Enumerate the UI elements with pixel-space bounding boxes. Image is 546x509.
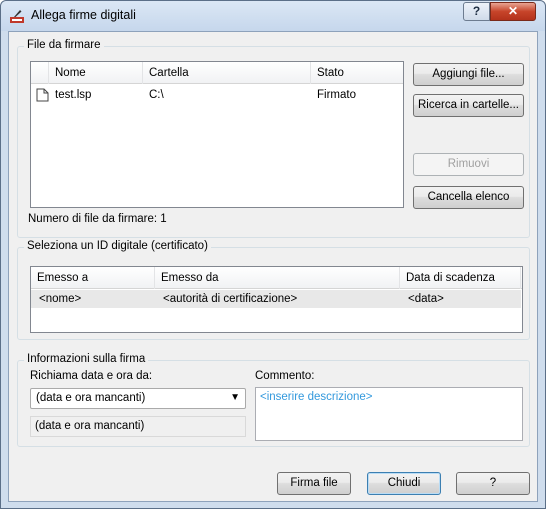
add-file-button[interactable]: Aggiungi file... — [413, 63, 524, 86]
signature-info-legend: Informazioni sulla firma — [24, 353, 149, 365]
titlebar-help-button[interactable]: ? — [463, 2, 490, 21]
cert-issued-to: <nome> — [39, 293, 82, 305]
window-title: Allega firme digitali — [31, 8, 136, 22]
comment-label: Commento: — [255, 370, 315, 382]
cert-issued-by: <autorità di certificazione> — [163, 293, 298, 305]
files-col-name[interactable]: Nome — [49, 62, 143, 84]
time-readonly-field: (data e ora mancanti) — [30, 416, 246, 437]
certificate-group-legend: Seleziona un ID digitale (certificato) — [24, 240, 211, 252]
signature-app-icon — [10, 10, 24, 23]
close-button[interactable]: Chiudi — [367, 472, 441, 495]
help-button[interactable]: ? — [456, 472, 530, 495]
help-label: ? — [489, 477, 497, 489]
files-row[interactable]: test.lsp C:\ Firmato — [31, 86, 403, 104]
sign-file-label: Firma file — [290, 477, 338, 489]
time-source-label: Richiama data e ora da: — [30, 370, 153, 382]
file-name: test.lsp — [55, 89, 92, 101]
files-list[interactable]: Nome Cartella Stato test.lsp C:\ Firmato — [30, 61, 404, 208]
sign-file-button[interactable]: Firma file — [277, 472, 351, 495]
time-source-value: (data e ora mancanti) — [36, 392, 146, 404]
add-file-label: Aggiungi file... — [432, 68, 505, 80]
dialog-body: File da firmare Nome Cartella Stato test… — [8, 31, 538, 502]
title-bar[interactable]: Allega firme digitali ? ✕ — [1, 1, 545, 31]
certificate-row[interactable]: <nome> <autorità di certificazione> <dat… — [31, 290, 521, 308]
remove-label: Rimuovi — [447, 158, 490, 170]
certificate-list-header: Emesso a Emesso da Data di scadenza — [31, 267, 522, 289]
files-group: File da firmare Nome Cartella Stato test… — [17, 39, 530, 238]
clear-list-button[interactable]: Cancella elenco — [413, 186, 524, 209]
cert-expiry: <data> — [408, 293, 444, 305]
certificate-list[interactable]: Emesso a Emesso da Data di scadenza <nom… — [30, 266, 523, 333]
files-col-folder[interactable]: Cartella — [143, 62, 311, 84]
search-folders-label: Ricerca in cartelle... — [418, 99, 519, 111]
titlebar-close-button[interactable]: ✕ — [490, 2, 536, 21]
cert-col-issued-to[interactable]: Emesso a — [31, 267, 155, 289]
time-source-select[interactable]: (data e ora mancanti) ▼ — [30, 388, 246, 409]
comment-field[interactable]: <inserire descrizione> — [255, 387, 523, 441]
cert-col-issued-by[interactable]: Emesso da — [155, 267, 400, 289]
chevron-down-icon: ▼ — [230, 392, 240, 403]
signature-info-group: Informazioni sulla firma Richiama data e… — [17, 353, 530, 447]
cert-col-expiry[interactable]: Data di scadenza — [400, 267, 521, 289]
clear-list-label: Cancella elenco — [427, 191, 510, 203]
dialog-window: Allega firme digitali ? ✕ File da firmar… — [0, 0, 546, 509]
files-col-status[interactable]: Stato — [311, 62, 403, 84]
file-count-label: Numero di file da firmare: 1 — [28, 213, 167, 225]
file-icon — [36, 88, 49, 102]
files-col-icon — [31, 62, 49, 84]
certificate-group: Seleziona un ID digitale (certificato) E… — [17, 240, 530, 340]
file-status: Firmato — [317, 89, 356, 101]
close-label: Chiudi — [387, 477, 421, 489]
files-list-header: Nome Cartella Stato — [31, 62, 403, 84]
file-folder: C:\ — [149, 89, 164, 101]
remove-button[interactable]: Rimuovi — [413, 153, 524, 176]
files-group-legend: File da firmare — [24, 39, 104, 51]
search-folders-button[interactable]: Ricerca in cartelle... — [413, 94, 524, 117]
